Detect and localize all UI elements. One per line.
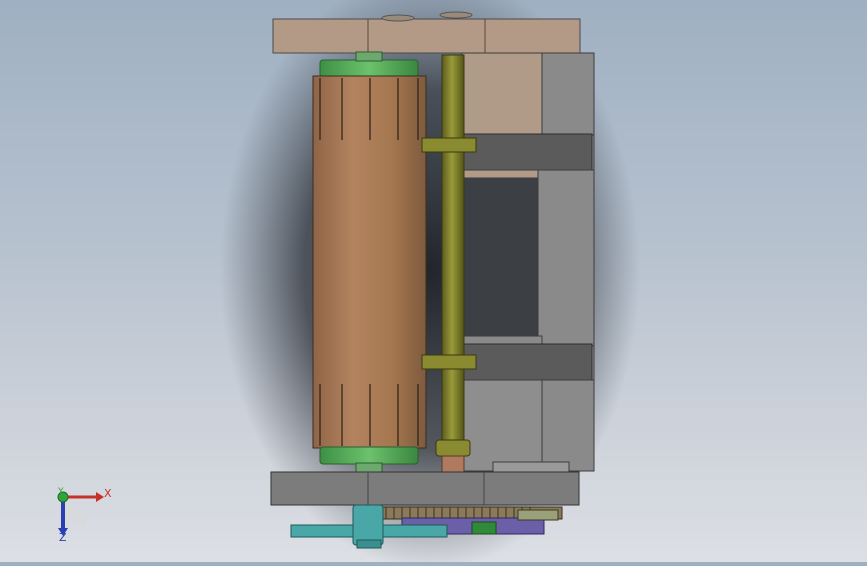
- triad-label-y: Y: [57, 487, 64, 497]
- side-frame[interactable]: [461, 52, 595, 473]
- triad-label-z: Z: [59, 531, 67, 544]
- bottom-plate[interactable]: [270, 471, 580, 506]
- graphics-viewport[interactable]: X Y Z: [0, 0, 867, 566]
- axis-triad: X Y Z: [57, 487, 112, 544]
- roller[interactable]: [312, 51, 427, 473]
- triad-label-x: X: [104, 487, 112, 500]
- model-view[interactable]: X Y Z: [0, 0, 867, 566]
